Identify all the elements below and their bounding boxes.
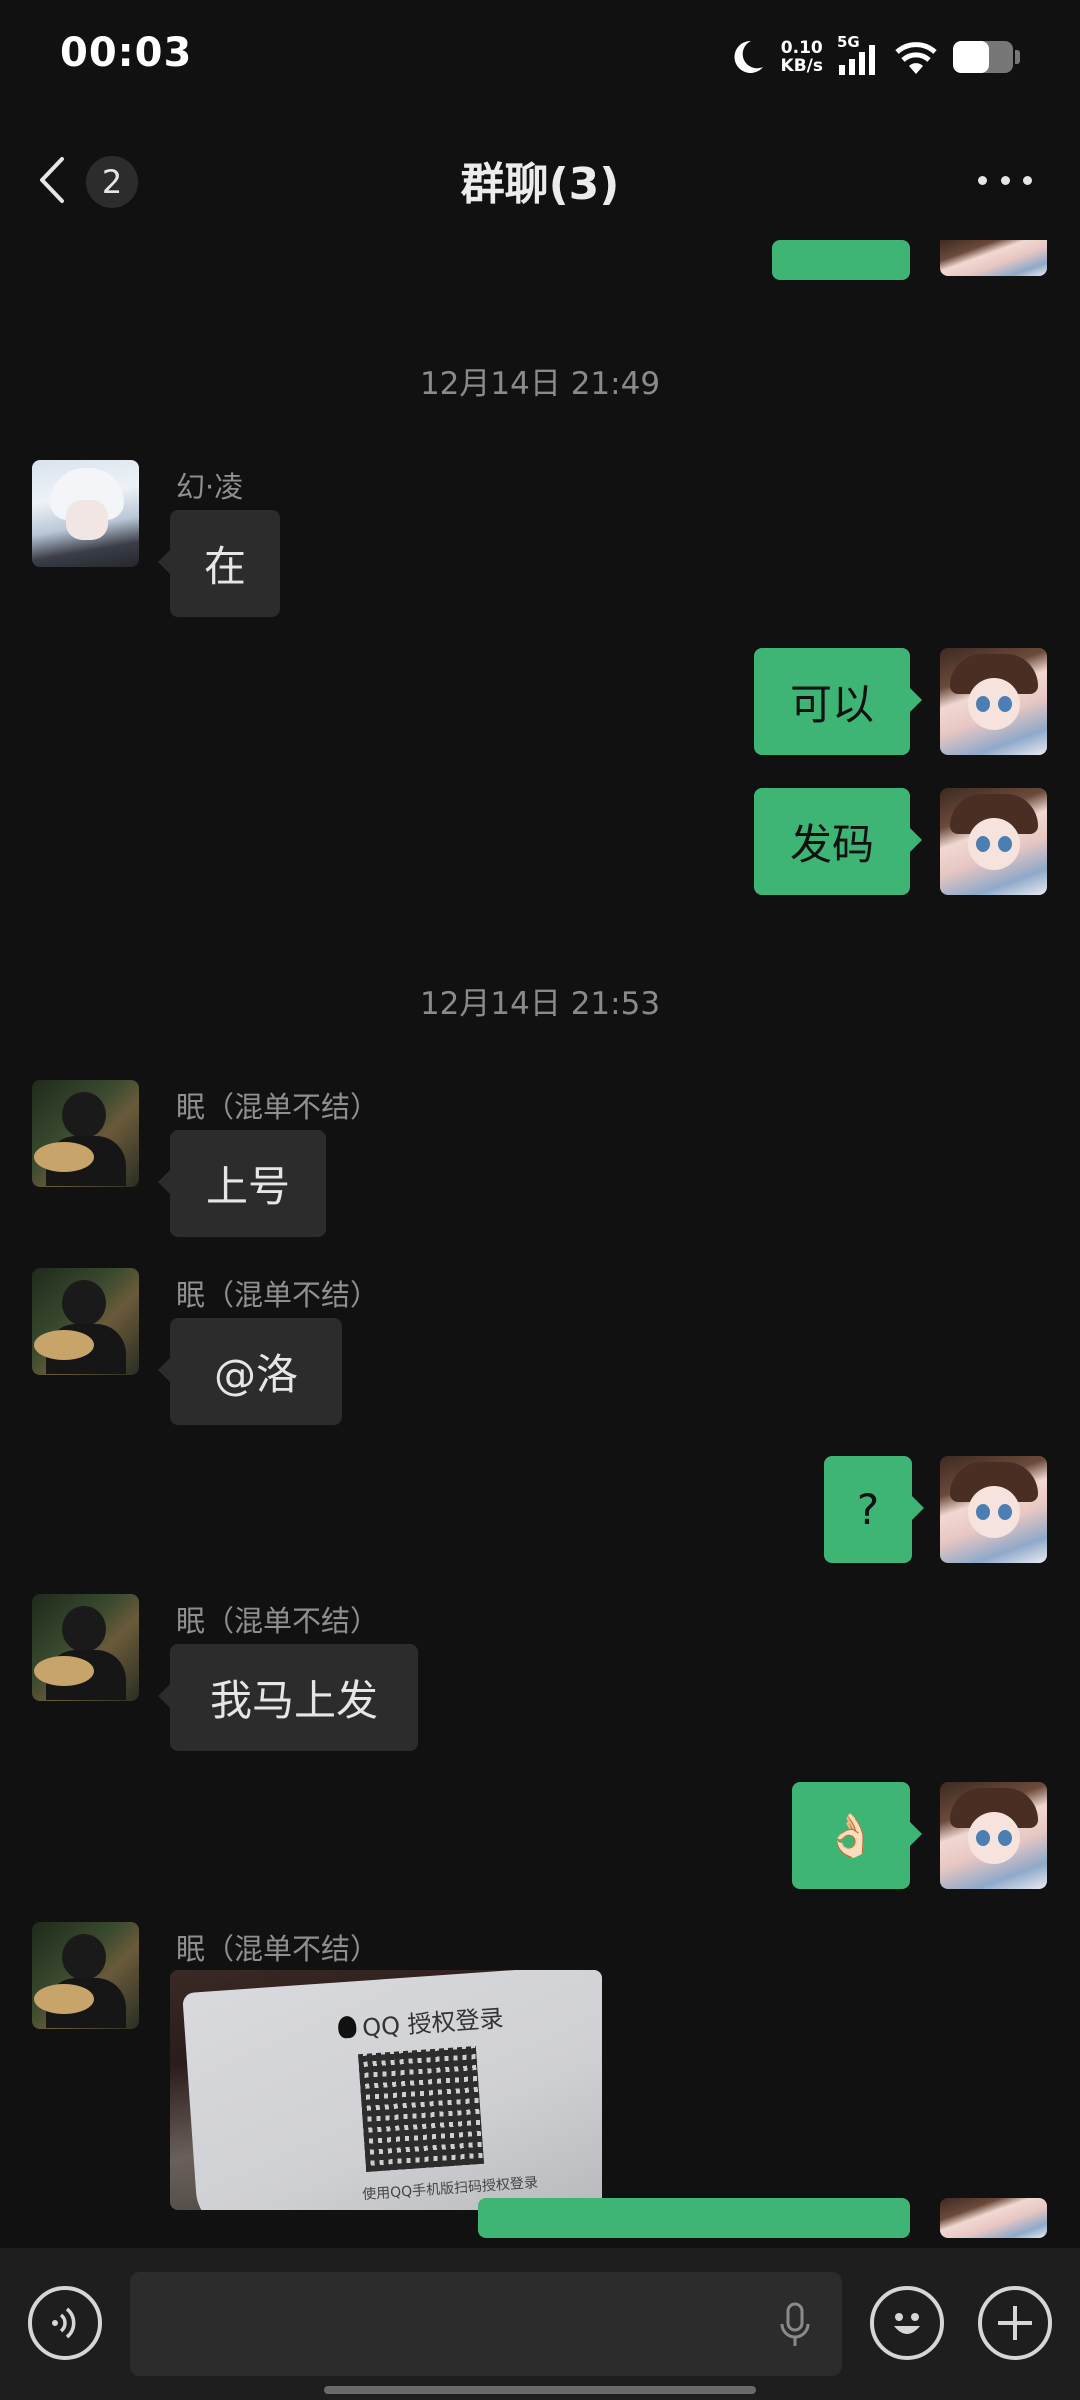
battery-fill <box>953 41 989 73</box>
avatar-self[interactable] <box>940 648 1047 755</box>
avatar-self[interactable] <box>940 2198 1047 2238</box>
message-bubble-outgoing-partial[interactable] <box>478 2198 910 2238</box>
message-bubble-incoming[interactable]: 上号 <box>158 1130 326 1237</box>
voice-toggle-button[interactable] <box>28 2286 102 2360</box>
wifi-icon <box>895 42 937 74</box>
network-speed-value: 0.10 <box>780 38 823 58</box>
qr-code-image <box>358 2046 484 2172</box>
battery-icon <box>953 41 1013 73</box>
chevron-left-icon <box>40 157 64 203</box>
unread-count-badge: 2 <box>86 156 138 208</box>
chat-header: 2 群聊(3) <box>0 120 1080 240</box>
network-speed: 0.10 KB/s <box>781 39 823 75</box>
sender-name: 幻·凌 <box>176 470 244 504</box>
emoji-button[interactable] <box>870 2286 944 2360</box>
network-speed-unit: KB/s <box>780 56 823 76</box>
avatar-self[interactable] <box>940 1456 1047 1563</box>
avatar-huanling[interactable] <box>32 460 139 567</box>
plus-icon <box>998 2306 1032 2340</box>
more-actions-button[interactable] <box>978 2286 1052 2360</box>
voice-toggle-icon <box>52 2307 76 2339</box>
message-input[interactable] <box>130 2272 842 2376</box>
message-bubble-outgoing[interactable]: 可以 <box>754 648 922 755</box>
more-dot-icon <box>1023 175 1032 185</box>
message-bubble-outgoing[interactable]: 发码 <box>754 788 922 895</box>
sender-name: 眠（混单不结） <box>176 1090 380 1124</box>
sender-name: 眠（混单不结） <box>176 1604 380 1638</box>
message-bubble-outgoing[interactable]: 👌🏻 <box>792 1782 922 1889</box>
microphone-icon[interactable] <box>778 2302 812 2348</box>
status-time: 00:03 <box>60 30 193 76</box>
qq-penguin-icon <box>337 2015 357 2039</box>
battery-tip <box>1015 50 1020 64</box>
avatar-self[interactable] <box>940 788 1047 895</box>
chat-title: 群聊(3) <box>460 159 620 210</box>
more-dot-icon <box>1000 175 1010 185</box>
avatar-self[interactable] <box>940 1782 1047 1889</box>
sender-name: 眠（混单不结） <box>176 1278 380 1312</box>
message-list[interactable]: 12月14日 21:49 幻·凌 在 可以 发码 12月14日 21:53 眠（… <box>0 240 1080 2238</box>
cell-signal-icon: 5G <box>837 33 879 77</box>
emoji-icon <box>894 2313 920 2334</box>
avatar-mian[interactable] <box>32 1268 139 1375</box>
message-bubble-incoming[interactable]: @洛 <box>158 1318 342 1425</box>
message-bubble-incoming[interactable]: 在 <box>158 510 280 617</box>
input-bar <box>0 2248 1080 2400</box>
status-bar: 00:03 0.10 KB/s 5G <box>0 0 1080 115</box>
more-dot-icon <box>978 175 987 185</box>
timestamp: 12月14日 21:49 <box>419 366 661 402</box>
status-icons: 0.10 KB/s 5G <box>727 33 1020 80</box>
home-indicator[interactable] <box>324 2386 756 2394</box>
back-button[interactable]: 2 <box>34 150 144 210</box>
more-options-button[interactable] <box>970 160 1040 200</box>
timestamp: 12月14日 21:53 <box>419 986 661 1022</box>
image-message-qr-code[interactable]: QQ 授权登录 使用QQ手机版扫码授权登录 <box>170 1970 602 2210</box>
message-bubble-outgoing-partial[interactable] <box>772 240 910 280</box>
avatar-mian[interactable] <box>32 1594 139 1701</box>
avatar-self[interactable] <box>940 240 1047 276</box>
avatar-mian[interactable] <box>32 1922 139 2029</box>
moon-icon <box>734 40 763 73</box>
avatar-mian[interactable] <box>32 1080 139 1187</box>
sender-name: 眠（混单不结） <box>176 1932 380 1966</box>
message-bubble-incoming[interactable]: 我马上发 <box>158 1644 418 1751</box>
message-bubble-outgoing[interactable]: ? <box>824 1456 924 1563</box>
